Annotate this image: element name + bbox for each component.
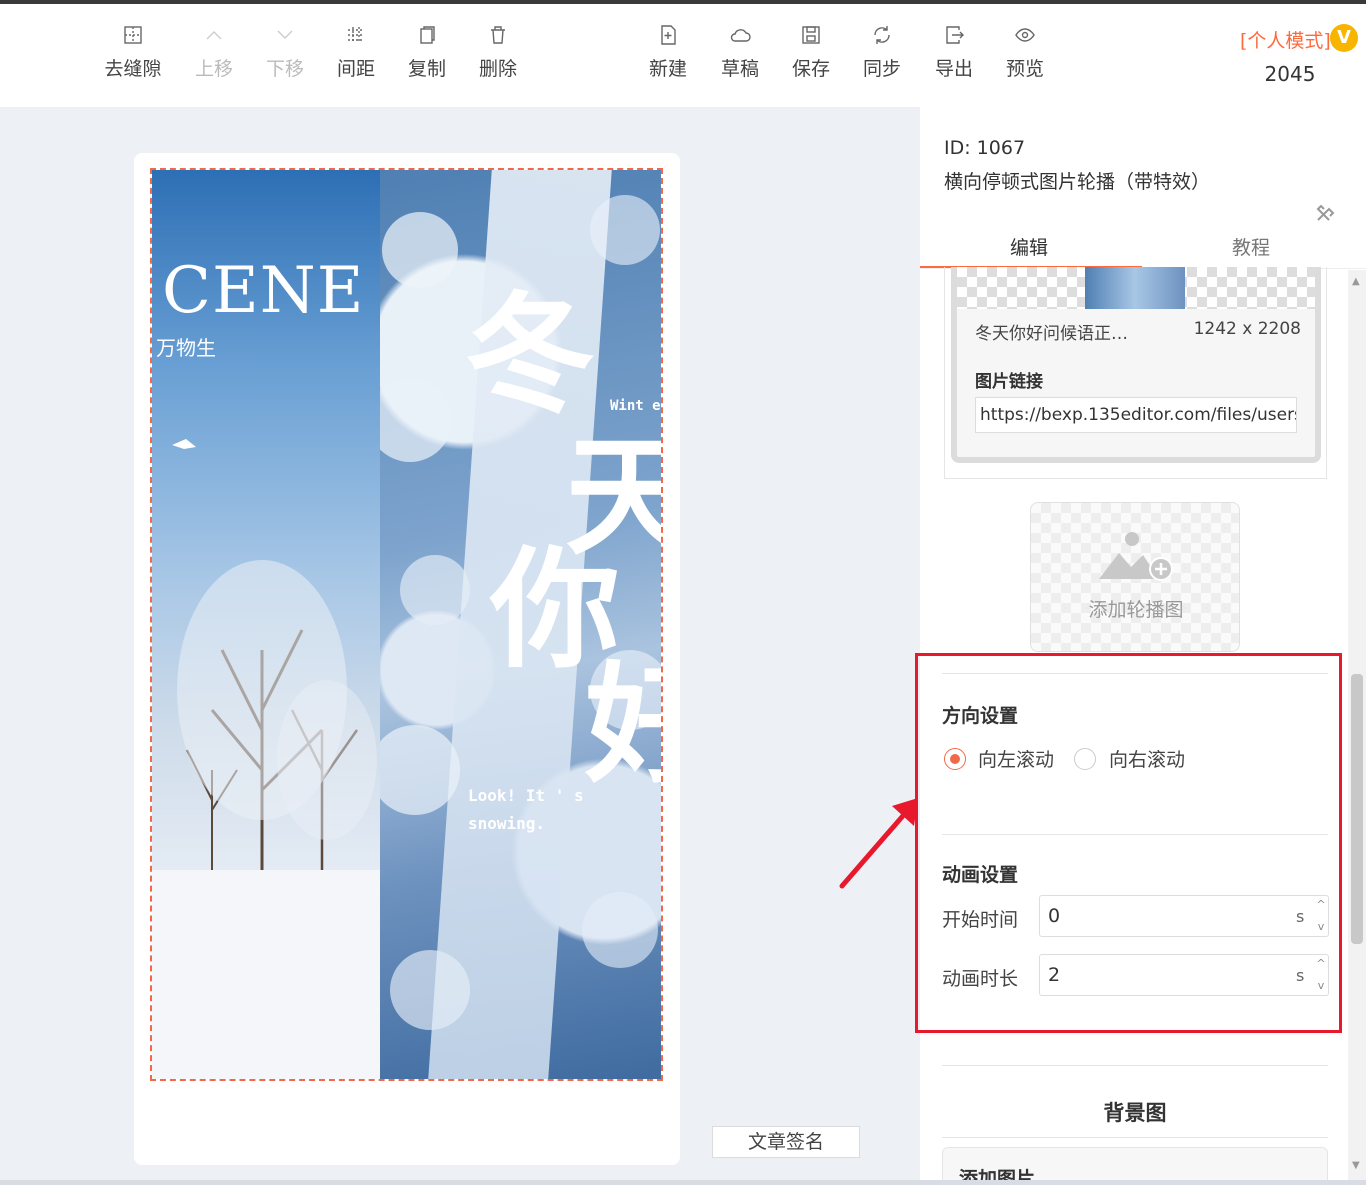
panel-tabs: 编辑 教程: [920, 225, 1366, 269]
draft-label: 草稿: [720, 58, 759, 80]
new-button[interactable]: 新建: [633, 24, 703, 81]
cene-text: CENE: [162, 254, 365, 328]
preview-label: 预览: [1005, 58, 1044, 80]
snow-forest-image: 冬 天 你 好 Wint e Look! It ' s snowing.: [380, 170, 661, 1079]
count-value: 2045: [1264, 62, 1316, 86]
move-down-button[interactable]: 下移: [250, 24, 320, 81]
copy-button[interactable]: 复制: [392, 24, 462, 81]
save-label: 保存: [791, 58, 830, 80]
delete-button[interactable]: 删除: [463, 24, 533, 81]
spacing-label: 间距: [336, 58, 375, 80]
carousel-image-card: 冬天你好问候语正… 1242 x 2208 图片链接 https://bexp.…: [944, 267, 1327, 479]
remove-gap-button[interactable]: 去缝隙: [98, 24, 168, 81]
template-id: ID: 1067: [944, 137, 1026, 159]
move-up-button[interactable]: 上移: [179, 24, 249, 81]
image-link-input[interactable]: https://bexp.135editor.com/files/users/0…: [975, 397, 1297, 433]
scroll-up-icon[interactable]: ▲: [1352, 276, 1360, 287]
snowing-text: snowing.: [468, 814, 546, 833]
snow-tree-image: CENE 万物生: [152, 170, 380, 1079]
add-carousel-button[interactable]: 添加轮播图: [1030, 502, 1240, 652]
cloud-icon: [705, 24, 775, 50]
sync-icon: [847, 24, 917, 50]
look-text: Look! It ' s: [468, 786, 584, 805]
new-label: 新建: [648, 58, 687, 80]
panel-scrollbar[interactable]: ▲ ▼: [1348, 270, 1366, 1182]
divider: [942, 1137, 1328, 1138]
article-signature-button[interactable]: 文章签名: [712, 1126, 860, 1158]
export-icon: [919, 24, 989, 50]
copy-icon: [392, 24, 462, 50]
sync-label: 同步: [862, 58, 901, 80]
new-file-icon: [633, 24, 703, 50]
template-title: 横向停顿式图片轮播（带特效）: [944, 171, 1211, 193]
scrollbar-thumb[interactable]: [1351, 674, 1363, 944]
toolbar: 去缝隙 上移 下移 间距 复制 删除 新建 草稿 保存 同步 导出 预览 [个人…: [0, 4, 1366, 107]
annotation-arrow-icon: [839, 798, 918, 889]
bottom-border: [0, 1180, 1366, 1185]
add-image-icon: [1099, 532, 1173, 581]
export-button[interactable]: 导出: [919, 24, 989, 81]
export-label: 导出: [934, 58, 973, 80]
spacing-button[interactable]: 间距: [321, 24, 391, 81]
wint-text: Wint e: [610, 398, 661, 414]
draft-button[interactable]: 草稿: [705, 24, 775, 81]
add-carousel-label: 添加轮播图: [1088, 599, 1184, 621]
save-button[interactable]: 保存: [776, 24, 846, 81]
background-section-title: 背景图: [1103, 1101, 1167, 1125]
move-down-label: 下移: [265, 58, 304, 80]
image-info-box: 冬天你好问候语正… 1242 x 2208 图片链接 https://bexp.…: [951, 267, 1321, 463]
delete-label: 删除: [478, 58, 517, 80]
wanwu-text: 万物生: [156, 336, 216, 360]
vip-badge-icon: V: [1330, 24, 1358, 52]
chevron-down-icon: [250, 24, 320, 50]
preview-button[interactable]: 预览: [990, 24, 1060, 81]
remove-gap-label: 去缝隙: [104, 58, 162, 80]
tab-edit[interactable]: 编辑: [1010, 233, 1048, 260]
annotation-highlight-box: [915, 653, 1342, 1033]
tab-tutorial[interactable]: 教程: [1232, 233, 1270, 260]
divider: [942, 1065, 1328, 1066]
image-thumbnail[interactable]: [1085, 267, 1185, 309]
image-filename: 冬天你好问候语正…: [975, 324, 1128, 344]
grid-gap-icon: [98, 24, 168, 50]
carousel-image-selected[interactable]: CENE 万物生 冬 天 你 好 Wint e Look! It ' s sno…: [150, 168, 663, 1081]
title-char-winter: 冬: [465, 279, 596, 431]
personal-mode-link[interactable]: [个人模式]: [1240, 26, 1331, 53]
move-up-label: 上移: [194, 58, 233, 80]
sync-button[interactable]: 同步: [847, 24, 917, 81]
image-dimensions: 1242 x 2208: [1193, 319, 1301, 339]
trash-icon: [463, 24, 533, 50]
tools-icon[interactable]: [1315, 205, 1337, 223]
title-char-good: 好: [585, 660, 661, 790]
spacing-icon: [321, 24, 391, 50]
add-background-image-button[interactable]: 添加图片: [942, 1147, 1328, 1182]
image-link-label: 图片链接: [975, 372, 1043, 392]
scroll-down-icon[interactable]: ▼: [1352, 1160, 1360, 1171]
copy-label: 复制: [407, 58, 446, 80]
image-preview-strip: [957, 267, 1315, 309]
chevron-up-icon: [179, 24, 249, 50]
save-icon: [776, 24, 846, 50]
eye-icon: [990, 24, 1060, 50]
